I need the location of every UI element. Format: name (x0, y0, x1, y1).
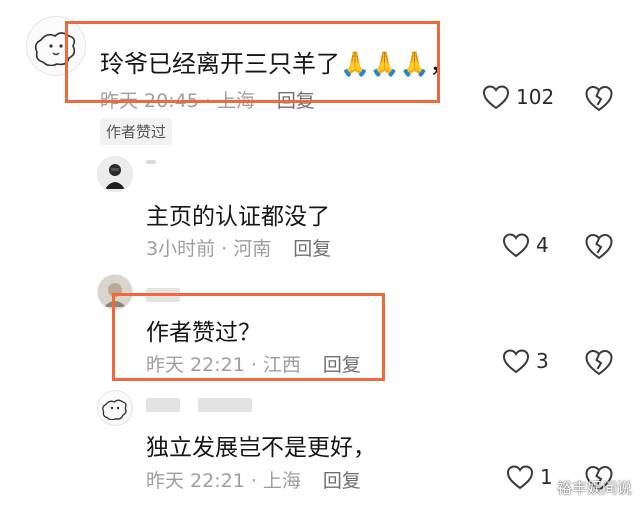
reply-button[interactable]: 回复 (323, 354, 361, 376)
like-button[interactable]: 1 (506, 464, 553, 490)
person-avatar-icon (105, 164, 125, 189)
comment-text: 主页的认证都没了 (146, 204, 330, 230)
comment-body: 玲爷已经离开三只羊了 (100, 50, 340, 78)
reply-button[interactable]: 回复 (277, 90, 315, 112)
comment-meta: 3小时前 · 河南 回复 (146, 234, 331, 261)
heart-outline-icon (506, 465, 534, 490)
broken-heart-icon (585, 85, 613, 112)
avatar[interactable] (26, 16, 86, 76)
reply-button[interactable]: 回复 (293, 238, 331, 260)
heart-outline-icon (482, 85, 510, 110)
like-count: 4 (536, 233, 549, 257)
like-count: 1 (540, 465, 553, 489)
broken-heart-icon (585, 233, 613, 260)
comment-text: 玲爷已经离开三只羊了🙏🙏🙏， (100, 44, 454, 79)
comment-time: 昨天 22:21 · 江西 (146, 354, 301, 376)
like-button[interactable]: 4 (502, 232, 549, 258)
comment-meta: 昨天 22:21 · 上海 回复 (146, 466, 361, 493)
heart-outline-icon (502, 233, 530, 258)
dislike-button[interactable] (584, 84, 614, 116)
photo-avatar-icon (104, 283, 126, 307)
dislike-button[interactable] (584, 348, 614, 380)
dislike-button[interactable] (584, 232, 614, 264)
comment-thread: 玲爷已经离开三只羊了🙏🙏🙏， 昨天 20:45 · 上海 回复 作者赞过 102 … (0, 0, 640, 508)
like-button[interactable]: 3 (502, 348, 549, 374)
avatar[interactable] (97, 274, 133, 310)
like-count: 102 (516, 85, 555, 109)
comment-meta: 昨天 22:21 · 江西 回复 (146, 350, 361, 377)
avatar[interactable] (97, 390, 133, 426)
avatar[interactable] (97, 156, 133, 192)
blurred-username (198, 398, 252, 412)
blurred-username (146, 398, 180, 412)
comment-text: 独立发展岂不是更好， (146, 435, 376, 461)
pray-emoji: 🙏🙏🙏 (340, 50, 430, 78)
author-liked-tag: 作者赞过 (100, 118, 173, 145)
heart-outline-icon (502, 349, 530, 374)
blurred-username (146, 160, 156, 164)
comment-time: 3小时前 · 河南 (146, 238, 272, 260)
sheep-avatar-icon (34, 32, 76, 66)
sheep-avatar-icon (102, 399, 127, 420)
broken-heart-icon (585, 349, 613, 376)
watermark: 裕丰娱间说 (556, 479, 632, 497)
like-count: 3 (536, 349, 549, 373)
comment-time: 昨天 22:21 · 上海 (146, 470, 301, 492)
blurred-username (146, 288, 180, 302)
like-button[interactable]: 102 (482, 84, 554, 110)
comment-text: 作者赞过？ (146, 320, 261, 346)
comment-meta: 昨天 20:45 · 上海 回复 (100, 86, 315, 113)
reply-button[interactable]: 回复 (323, 470, 361, 492)
comment-trail: ， (429, 50, 454, 78)
comment-time: 昨天 20:45 · 上海 (100, 90, 255, 112)
